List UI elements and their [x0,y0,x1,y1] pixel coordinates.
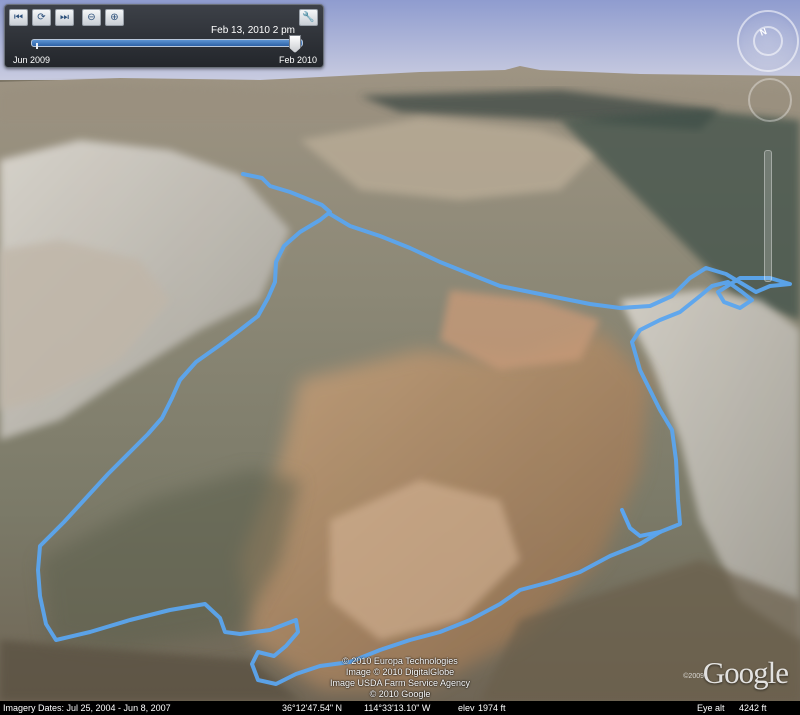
wrench-icon[interactable]: 🔧 [299,9,318,26]
compass-ring[interactable]: N [737,10,799,72]
time-slider-track[interactable] [31,39,303,47]
look-joystick-icon[interactable]: N [753,26,783,56]
history-play-icon[interactable]: ⟳ [32,9,51,26]
google-logo: Google [702,655,789,690]
attribution-line: Image © 2010 DigitalGlobe [345,667,455,677]
attribution-line: © 2010 Google [369,689,431,699]
step-forward-icon[interactable]: ⏭ [55,9,74,26]
elevation-label: elev [458,703,475,713]
time-slider-panel: ⏮ ⟳ ⏭ ⊖ ⊕ 🔧 Feb 13, 2010 2 pm Jun 2009 F… [4,4,324,68]
eye-altitude-value: 4242 ft [739,703,767,713]
eye-altitude-label: Eye alt [697,703,725,713]
range-start-label: Jun 2009 [13,55,51,65]
attribution-line: © 2010 Europa Technologies [342,656,458,666]
logo-copyright: ©2009 [683,673,704,680]
elevation-value: 1974 ft [478,703,506,713]
longitude-readout: 114°33'13.10" W [364,703,431,713]
status-bar: Imagery Dates: Jul 25, 2004 - Jun 8, 200… [0,701,800,715]
range-end-label: Feb 2010 [278,55,317,65]
range-start-tick [36,43,38,49]
latitude-readout: 36°12'47.54" N [282,703,343,713]
step-back-icon[interactable]: ⏮ [9,9,28,26]
zoom-in-icon[interactable]: ⊕ [105,9,124,26]
terrain-view[interactable] [0,0,800,701]
current-date-label: Feb 13, 2010 2 pm [211,25,295,36]
time-slider-thumb[interactable] [289,35,301,53]
zoom-slider[interactable] [764,150,772,282]
move-joystick-icon[interactable] [748,78,792,122]
zoom-out-icon[interactable]: ⊖ [82,9,101,26]
imagery-attribution: © 2010 Europa Technologies Image © 2010 … [300,656,500,700]
imagery-dates: Imagery Dates: Jul 25, 2004 - Jun 8, 200… [3,703,171,713]
map-viewport[interactable]: ⏮ ⟳ ⏭ ⊖ ⊕ 🔧 Feb 13, 2010 2 pm Jun 2009 F… [0,0,800,715]
north-label: N [758,26,769,38]
attribution-line: Image USDA Farm Service Agency [329,678,471,688]
